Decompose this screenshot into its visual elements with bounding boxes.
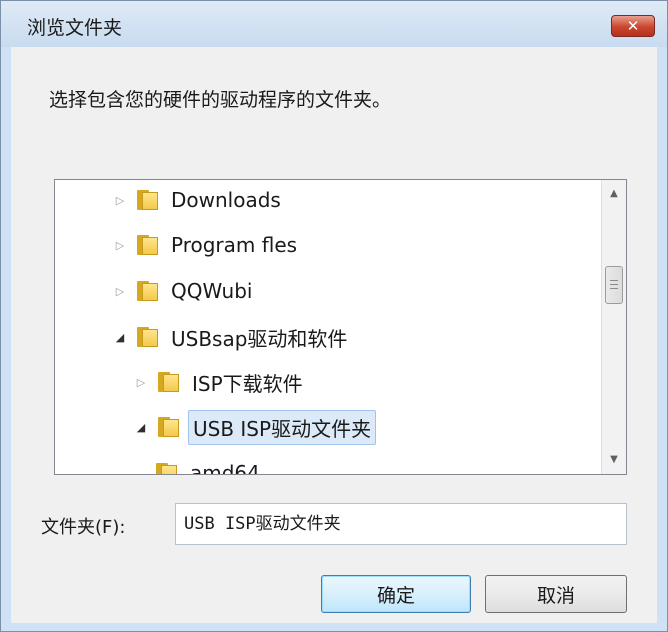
close-button[interactable]: ✕ [611, 15, 655, 37]
title-bar[interactable]: 浏览文件夹 ✕ [1, 1, 667, 47]
folder-icon [158, 372, 180, 392]
folder-icon [137, 281, 159, 301]
folder-icon [137, 327, 159, 347]
scroll-down-icon[interactable]: ▼ [602, 448, 626, 472]
tree-item-amd64[interactable]: amd64 [156, 456, 260, 475]
tree-item-usb-isp-driver[interactable]: ◢ USB ISP驱动文件夹 [134, 409, 377, 445]
tree-item-label: USBsap驱动和软件 [171, 326, 348, 351]
tree-item-label: Downloads [171, 188, 281, 212]
folder-icon [137, 235, 159, 255]
cancel-button[interactable]: 取消 [485, 575, 627, 613]
scroll-thumb[interactable] [605, 266, 623, 304]
expand-arrow-icon[interactable]: ▷ [113, 284, 127, 298]
ok-button[interactable]: 确定 [321, 575, 471, 613]
tree-item-usbsap[interactable]: ◢ USBsap驱动和软件 [113, 320, 348, 354]
expand-arrow-icon[interactable]: ▷ [113, 193, 127, 207]
tree-item-label-selected: USB ISP驱动文件夹 [188, 409, 377, 445]
vertical-scrollbar[interactable]: ▲ ▼ [601, 180, 626, 474]
tree-item-program-files[interactable]: ▷ Program fles [113, 228, 297, 262]
collapse-arrow-icon[interactable]: ◢ [113, 330, 127, 344]
tree-item-downloads[interactable]: ▷ Downloads [113, 183, 281, 217]
collapse-arrow-icon[interactable]: ◢ [134, 420, 148, 434]
folder-icon [137, 190, 159, 210]
tree-item-isp-download[interactable]: ▷ ISP下载软件 [134, 365, 303, 399]
dialog-body: 选择包含您的硬件的驱动程序的文件夹。 ▷ Downloads ▷ Program… [11, 47, 657, 623]
tree-item-label: ISP下载软件 [192, 371, 303, 396]
folder-icon [158, 417, 180, 437]
tree-item-label: Program fles [171, 233, 298, 257]
instruction-text: 选择包含您的硬件的驱动程序的文件夹。 [49, 89, 392, 111]
expand-arrow-icon[interactable]: ▷ [134, 375, 148, 389]
folder-icon [156, 463, 178, 474]
expand-arrow-icon[interactable]: ▷ [113, 238, 127, 252]
dialog-title: 浏览文件夹 [27, 17, 123, 39]
tree-item-label: QQWubi [171, 279, 253, 303]
folder-tree[interactable]: ▷ Downloads ▷ Program fles ▷ QQWubi ◢ US… [54, 179, 627, 475]
folder-path-input[interactable]: USB ISP驱动文件夹 [175, 503, 627, 545]
browse-folder-dialog: 浏览文件夹 ✕ 选择包含您的硬件的驱动程序的文件夹。 ▷ Downloads ▷… [0, 0, 668, 632]
folder-field-label: 文件夹(F): [41, 517, 126, 538]
tree-item-label: amd64 [190, 461, 260, 475]
close-icon: ✕ [626, 17, 640, 35]
scroll-up-icon[interactable]: ▲ [602, 182, 626, 206]
tree-item-qqwubi[interactable]: ▷ QQWubi [113, 274, 253, 308]
